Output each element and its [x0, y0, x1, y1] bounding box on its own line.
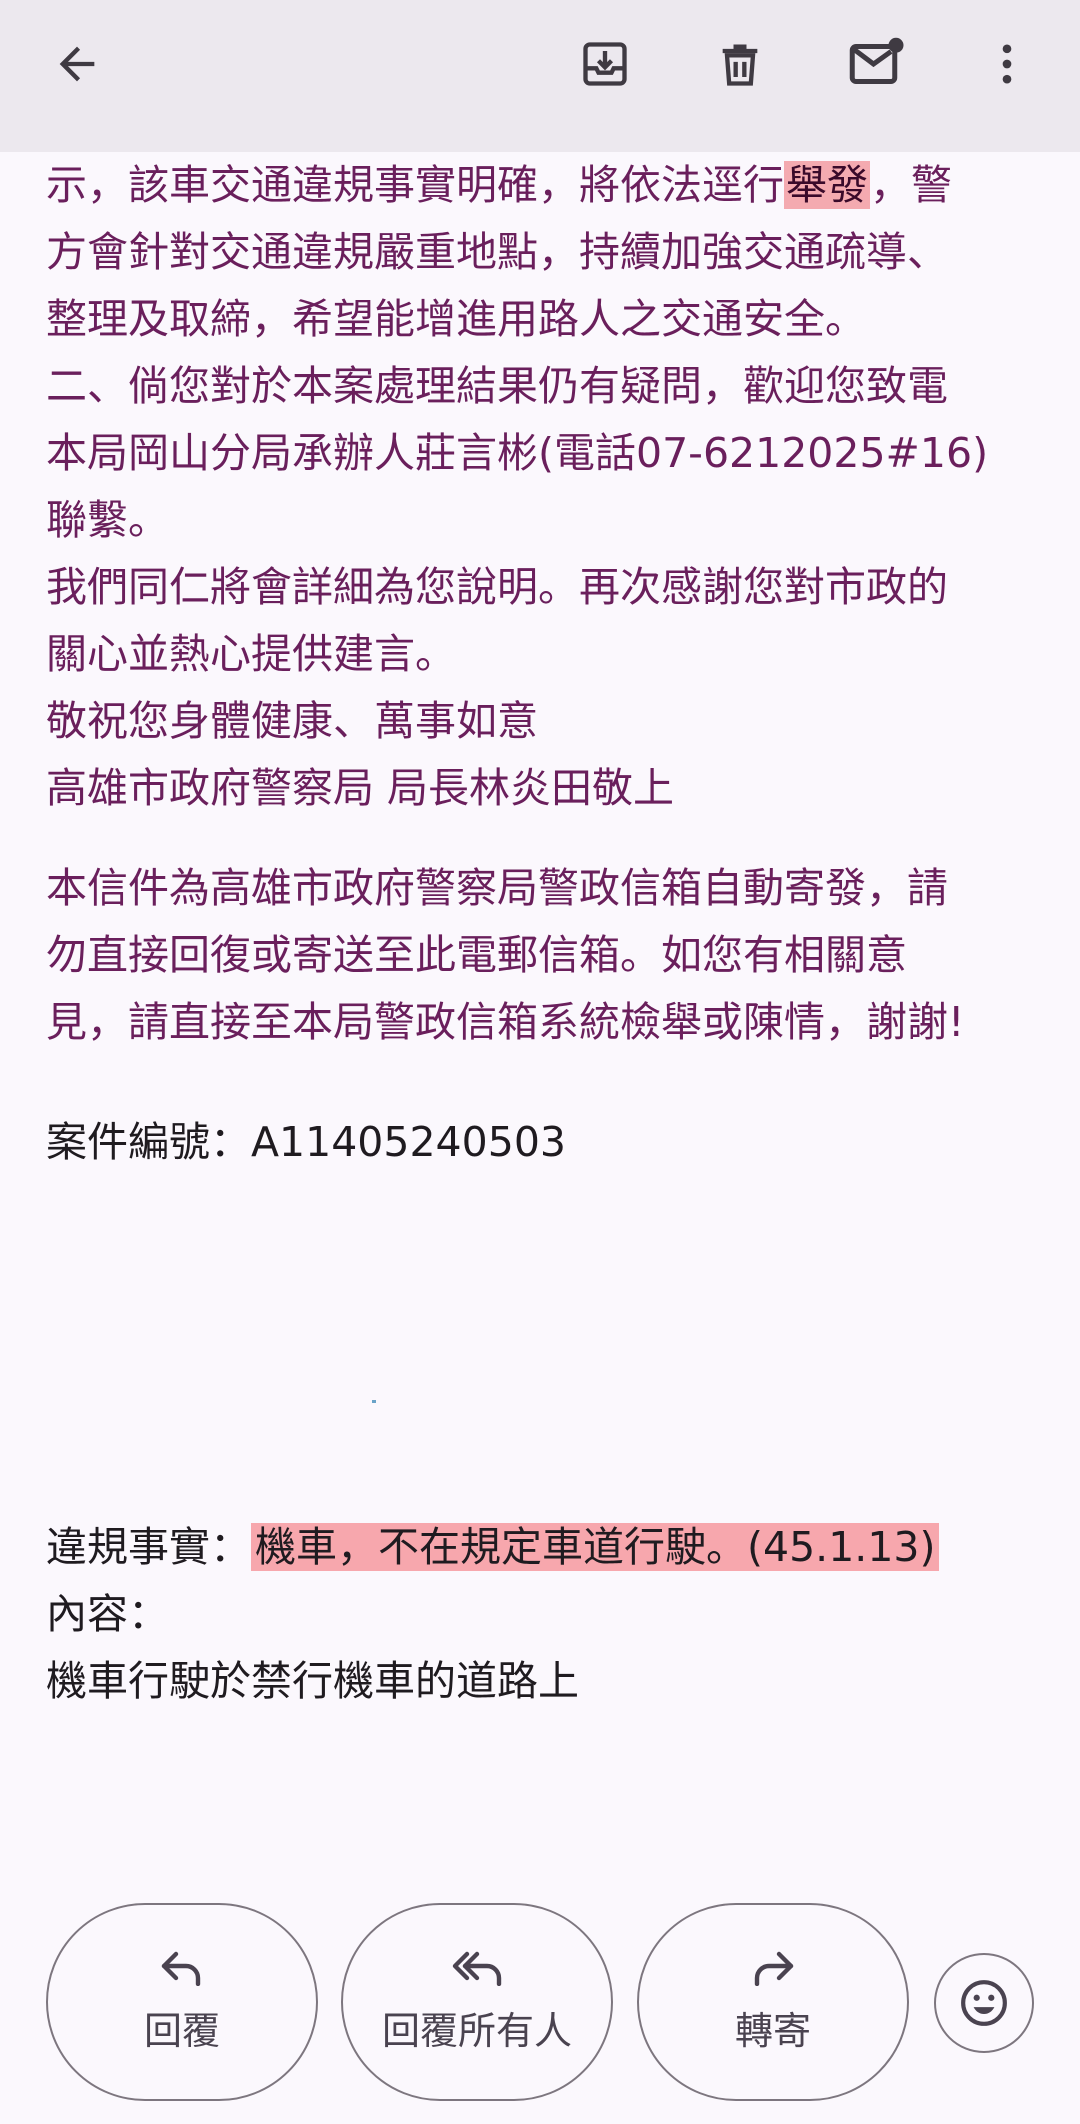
body-text: 示，該車交通違規事實明確，將依法逕行: [46, 161, 784, 209]
content-label: 內容：: [46, 1590, 169, 1638]
body-line: 整理及取締，希望能增進用路人之交通安全。: [46, 295, 866, 343]
reply-icon: [161, 1951, 201, 1986]
mail-unread-icon: [849, 37, 904, 84]
delete-button[interactable]: [698, 22, 782, 106]
body-line: 我們同仁將會詳細為您說明。再次感謝您對市政的: [46, 563, 948, 611]
auto-notice-line: 本信件為高雄市政府警察局警政信箱自動寄發，請: [46, 864, 948, 912]
reply-all-label: 回覆所有人: [381, 2008, 572, 2053]
search-highlight: 舉發: [784, 161, 870, 209]
body-line: 方會針對交通違規嚴重地點，持續加強交通疏導、: [46, 228, 948, 276]
violation-highlight: 機車，不在規定車道行駛。(45.1.13): [251, 1523, 940, 1571]
archive-button[interactable]: [563, 22, 647, 106]
archive-icon: [583, 42, 627, 86]
body-line: 本局岡山分局承辦人莊言彬(電話07-6212025#16): [46, 429, 989, 477]
reply-all-icon: [452, 1951, 502, 1986]
content-value: 機車行駛於禁行機車的道路上: [46, 1657, 579, 1705]
arrow-left-icon: [59, 46, 95, 82]
body-text: ，警: [870, 161, 952, 209]
auto-notice-line: 勿直接回復或寄送至此電郵信箱。如您有相關意: [46, 931, 907, 979]
body-line: 二、倘您對於本案處理結果仍有疑問，歡迎您致電: [46, 362, 948, 410]
case-number-value: A11405240503: [251, 1118, 566, 1166]
case-number-line: 案件編號：A11405240503: [46, 1109, 1046, 1176]
top-app-bar: [0, 0, 1080, 152]
trash-icon: [722, 44, 758, 86]
reply-label: 回覆: [143, 2008, 220, 2053]
reply-all-button[interactable]: 回覆所有人: [341, 1903, 613, 2101]
emoji-reaction-button[interactable]: [934, 1953, 1034, 2053]
more-vert-icon: [1002, 44, 1012, 84]
body-line: 關心並熱心提供建言。: [46, 630, 456, 678]
forward-button[interactable]: 轉寄: [637, 1903, 909, 2101]
reply-button[interactable]: 回覆: [46, 1903, 318, 2101]
forward-label: 轉寄: [734, 2008, 811, 2053]
artifact-dot: [372, 1400, 376, 1403]
back-button[interactable]: [35, 22, 119, 106]
emoji-icon: [961, 1980, 1007, 2026]
body-line: 聯繫。: [46, 496, 169, 544]
email-body: 示，該車交通違規事實明確，將依法逕行舉發，警 方會針對交通違規嚴重地點，持續加強…: [46, 152, 1046, 1715]
case-number-label: 案件編號：: [46, 1118, 251, 1166]
more-options-button[interactable]: [965, 22, 1049, 106]
violation-label: 違規事實：: [46, 1523, 251, 1571]
violation-line: 違規事實：機車，不在規定車道行駛。(45.1.13): [46, 1514, 1046, 1581]
mark-unread-button[interactable]: [834, 22, 918, 106]
body-line: 敬祝您身體健康、萬事如意: [46, 697, 538, 745]
body-line: 示，該車交通違規事實明確，將依法逕行舉發，警: [46, 152, 1046, 219]
signature-line: 高雄市政府警察局 局長林炎田敬上: [46, 764, 675, 812]
forward-icon: [754, 1951, 794, 1986]
auto-notice-line: 見，請直接至本局警政信箱系統檢舉或陳情，謝謝!: [46, 998, 965, 1046]
